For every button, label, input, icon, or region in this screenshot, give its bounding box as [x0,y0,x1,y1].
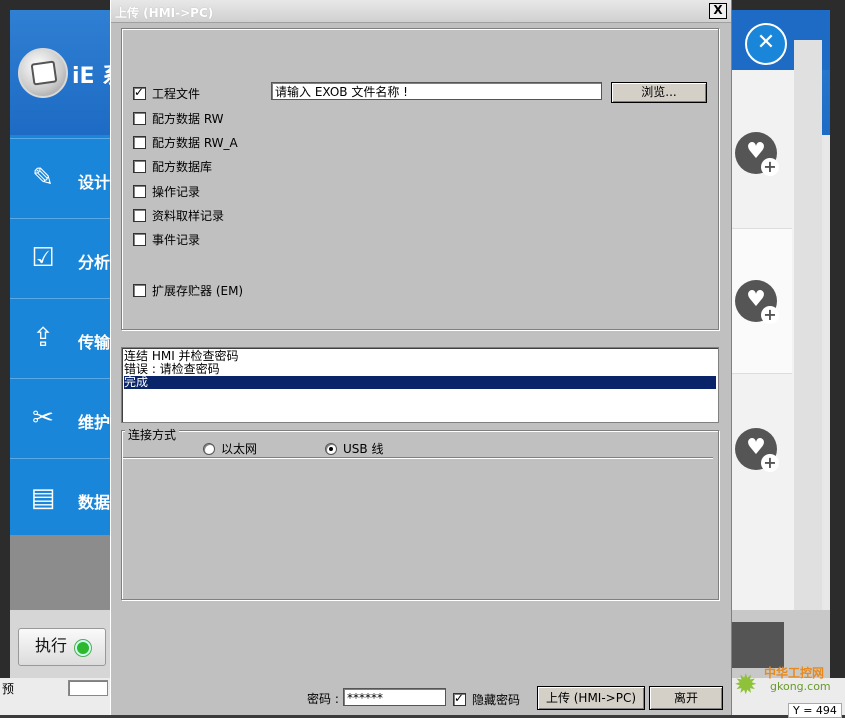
status-y-coordinate: Y = 494 [788,703,842,718]
option-label: 资料取样记录 [152,209,225,223]
browse-button[interactable]: 浏览... [611,82,707,103]
exob-filename-input[interactable]: 请输入 EXOB 文件名称 ! [271,82,602,100]
status-log[interactable]: 连结 HMI 并检查密码 错误 : 请检查密码 完成 [121,347,719,423]
upload-dialog: 上传 (HMI->PC) X 工程文件 配方数据 RW 配方数据 RW_A 配方… [110,0,732,715]
data-icon: ▤ [30,483,56,513]
radio-button[interactable] [203,442,215,455]
connection-divider [123,457,713,459]
radio-label: 以太网 [221,442,258,456]
connection-legend: 连接方式 [125,426,180,443]
dialog-title: 上传 (HMI->PC) [115,6,214,20]
option-operation-log[interactable]: 操作记录 [133,183,200,200]
analysis-icon: ☑ [31,243,55,273]
app-logo [18,48,68,98]
watermark-url: gkong.com [770,680,831,693]
app-close-icon[interactable]: ✕ [745,23,787,65]
log-line: 错误 : 请检查密码 [124,362,220,376]
option-extended-memory[interactable]: 扩展存贮器 (EM) [133,282,243,299]
nav-item-label: 维护 [78,413,111,432]
favorite-add-icon[interactable]: ♥ + [735,428,779,472]
sidebar-spacer [10,535,110,610]
leave-button[interactable]: 离开 [649,686,723,710]
option-label: 事件记录 [152,233,201,247]
status-bar-left: 预 [0,678,110,715]
design-icon: ✎ [32,163,54,193]
option-label: 操作记录 [152,185,201,199]
gear-icon: ✹ [734,668,758,701]
checkbox[interactable] [133,185,146,198]
nav-item-design[interactable]: ✎ 设计 [10,138,110,217]
radio-usb[interactable]: USB 线 [325,440,383,457]
checkbox[interactable] [133,209,146,222]
option-label: 配方数据库 [152,160,213,174]
option-sampling-log[interactable]: 资料取样记录 [133,207,224,224]
nav-item-label: 数据 [78,493,111,512]
checkbox[interactable] [133,284,146,297]
status-field [68,680,108,696]
log-line-selected: 完成 [124,376,716,389]
transfer-icon: ⇪ [32,323,54,353]
option-recipe-rw-a[interactable]: 配方数据 RW_A [133,134,238,151]
status-text: 预 [2,682,15,696]
option-label: 配方数据 RW [152,112,224,126]
checkbox[interactable] [133,136,146,149]
option-label: 配方数据 RW_A [152,136,238,150]
option-recipe-database[interactable]: 配方数据库 [133,158,212,175]
nav-item-data[interactable]: ▤ 数据 [10,458,110,537]
password-field[interactable]: ****** [343,688,446,706]
option-project-file[interactable]: 工程文件 [133,85,200,102]
run-status-icon [75,640,91,656]
option-label: 扩展存贮器 (EM) [152,284,244,298]
watermark-text: 中华工控网 [764,666,825,680]
checkbox[interactable] [133,85,146,100]
option-event-log[interactable]: 事件记录 [133,231,200,248]
option-label: 工程文件 [152,87,201,101]
dialog-titlebar[interactable]: 上传 (HMI->PC) X [111,0,731,23]
run-button[interactable]: 执行 [18,628,106,666]
nav-item-transfer[interactable]: ⇪ 传输 [10,298,110,377]
nav-item-analysis[interactable]: ☑ 分析 [10,218,110,297]
nav-item-label: 分析 [78,253,111,272]
favorite-add-icon[interactable]: ♥ + [735,280,779,324]
maintenance-icon: ✂ [32,403,54,433]
favorite-add-icon[interactable]: ♥ + [735,132,779,176]
dialog-close-button[interactable]: X [709,3,727,19]
checkbox[interactable] [133,233,146,246]
nav-item-maintenance[interactable]: ✂ 维护 [10,378,110,457]
run-button-label: 执行 [35,636,68,655]
nav-item-label: 传输 [78,333,111,352]
checkbox[interactable] [133,160,146,173]
radio-label: USB 线 [343,442,384,456]
nav-item-label: 设计 [78,173,111,192]
hide-password-checkbox[interactable]: 隐藏密码 [453,691,520,708]
password-label: 密码 : [307,692,339,706]
radio-button[interactable] [325,442,337,455]
checkbox[interactable] [453,691,466,706]
option-recipe-rw[interactable]: 配方数据 RW [133,110,224,127]
logo-icon [30,60,58,86]
checkbox-label: 隐藏密码 [472,693,521,707]
upload-button[interactable]: 上传 (HMI->PC) [537,686,645,710]
background-scrollbar[interactable] [794,40,822,610]
checkbox[interactable] [133,112,146,125]
radio-ethernet[interactable]: 以太网 [203,440,257,457]
